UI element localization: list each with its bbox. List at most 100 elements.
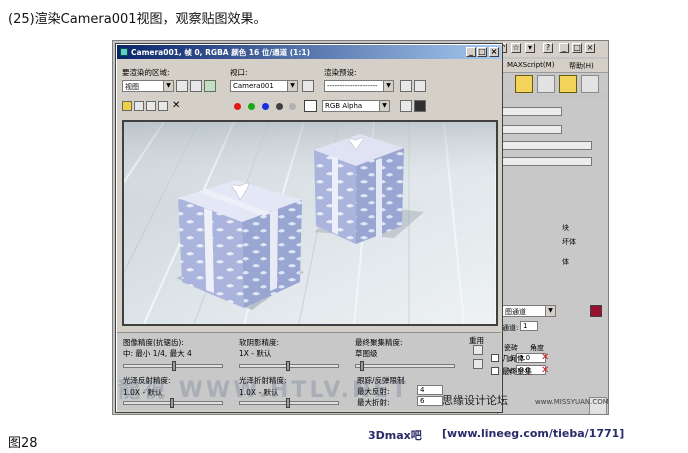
min-icon[interactable]: _ [559, 43, 569, 53]
image-precision-value: 中: 最小 1/4, 最大 4 [123, 349, 192, 358]
clone-frame-icon[interactable] [146, 101, 156, 111]
clear-geometry-icon[interactable]: ✕ [541, 353, 551, 363]
max-toolbar [497, 73, 608, 95]
help-icon[interactable]: ? [543, 43, 553, 53]
geometry-checkbox[interactable] [491, 354, 499, 362]
final-gather-slider[interactable] [355, 361, 455, 371]
preset-label: 渲染预设: [324, 68, 357, 77]
auto-region-icon[interactable] [190, 80, 202, 92]
copy-image-icon[interactable] [134, 101, 144, 111]
cmd-field-3[interactable] [502, 141, 592, 150]
viewport-dropdown[interactable]: Camera001 ▼ [230, 80, 298, 92]
environment-icon[interactable] [414, 80, 426, 92]
area-dropdown[interactable]: 视图 ▼ [122, 80, 174, 92]
final-gather-reuse-checkbox[interactable] [491, 367, 499, 375]
channel-display-icon[interactable] [400, 100, 412, 112]
app-icon [120, 48, 128, 56]
toolbar-material-icon[interactable] [537, 75, 555, 93]
cmd-field-4[interactable] [502, 157, 592, 166]
toolbar-quick-render-icon[interactable] [581, 75, 599, 93]
max-refraction-spinner[interactable]: 6 [417, 396, 443, 406]
reuse-geometry-lock-icon[interactable] [473, 345, 483, 355]
preset-dropdown-value: -------------------- [327, 82, 378, 90]
render-region-icon[interactable] [204, 80, 216, 92]
final-gather-thumb[interactable] [360, 361, 364, 371]
panel-fragment-1: 块 [562, 224, 569, 232]
rendered-scene [124, 122, 496, 324]
lock-icon[interactable] [302, 80, 314, 92]
panel-fragment-2: 坏体 [562, 238, 576, 246]
figure-label: 图28 [8, 436, 38, 451]
forum-watermark: 思缘设计论坛 [442, 394, 508, 407]
chevron-down-icon: ▼ [163, 81, 173, 91]
map-color-swatch[interactable] [590, 305, 602, 317]
preset-dropdown[interactable]: -------------------- ▼ [324, 80, 394, 92]
max-menu-bar: MAXScript(M) 帮助(H) [497, 59, 608, 73]
cmd-field-2[interactable] [502, 125, 562, 134]
blue-channel-icon[interactable] [262, 103, 269, 110]
image-precision-label: 图像精度(抗锯齿): [123, 338, 184, 347]
footer-brand: 3Dmax吧 [368, 429, 422, 442]
soft-shadow-label: 软阴影精度: [239, 338, 280, 347]
toolbar-dropdown-icon[interactable]: ▾ [525, 43, 535, 53]
channel-label: 通道: [502, 324, 519, 332]
final-gather-value: 草图级 [355, 349, 378, 358]
chevron-down-icon: ▼ [545, 306, 555, 316]
image-precision-thumb[interactable] [172, 361, 176, 371]
menu-help[interactable]: 帮助(H) [569, 61, 594, 71]
green-channel-icon[interactable] [248, 103, 255, 110]
image-precision-slider[interactable] [123, 361, 223, 371]
soft-shadow-value: 1X - 默认 [239, 349, 272, 358]
soft-shadow-slider[interactable] [239, 361, 339, 371]
cmd-field-1[interactable] [502, 107, 562, 116]
toolbar-star-icon[interactable]: ☆ [511, 43, 521, 53]
map-channel-dropdown[interactable]: 图通道 ▼ [502, 305, 556, 317]
chevron-down-icon: ▼ [379, 101, 389, 111]
map-channel-dropdown-value: 图通道 [505, 308, 526, 316]
print-icon[interactable] [158, 101, 168, 111]
final-gather-reuse-label: 最终聚集 [502, 367, 532, 376]
color-swatch[interactable] [304, 100, 317, 112]
chevron-down-icon: ▼ [383, 81, 393, 91]
caption: (25)渲染Camera001视图，观察贴图效果。 [8, 12, 267, 27]
render-viewport[interactable] [122, 120, 498, 326]
toolbar-render-frame-icon[interactable] [559, 75, 577, 93]
channel-dropdown-value: RGB Alpha [325, 102, 363, 110]
toolbar-render-setup-icon[interactable] [515, 75, 533, 93]
render-setup-icon[interactable] [400, 80, 412, 92]
panel-fragment-3: 体 [562, 258, 569, 266]
maximize-icon[interactable]: □ [477, 47, 487, 57]
mono-icon[interactable] [289, 103, 296, 110]
red-channel-icon[interactable] [234, 103, 241, 110]
faint-watermark: 龍視 WWW.HTLV.NET [118, 378, 410, 403]
toggle-ui-icon[interactable] [414, 100, 426, 112]
max-reflection-spinner[interactable]: 4 [417, 385, 443, 395]
clear-final-gather-icon[interactable]: ✕ [541, 366, 551, 376]
area-label: 要渲染的区域: [122, 68, 170, 77]
channel-dropdown[interactable]: RGB Alpha ▼ [322, 100, 390, 112]
geometry-label: 几何体 [502, 354, 525, 363]
channel-spinner[interactable]: 1 [520, 321, 538, 331]
final-gather-label: 最终聚集精度: [355, 338, 403, 347]
alpha-channel-icon[interactable] [276, 103, 283, 110]
clear-icon[interactable]: ✕ [172, 100, 180, 111]
edit-region-icon[interactable] [176, 80, 188, 92]
minimize-icon[interactable]: _ [466, 47, 476, 57]
reuse-fg-lock-icon[interactable] [473, 359, 483, 369]
chevron-down-icon: ▼ [287, 81, 297, 91]
max-icon[interactable]: □ [572, 43, 582, 53]
window-title-bar: Camera001, 帧 0, RGBA 颜色 16 位/通道 (1:1) _ … [117, 45, 501, 59]
max-title-strip: ↶ ☆ ▾ ? _ □ × [497, 41, 608, 57]
close-window-icon[interactable]: × [489, 47, 499, 57]
window-title: Camera001, 帧 0, RGBA 颜色 16 位/通道 (1:1) [131, 48, 310, 57]
soft-shadow-thumb[interactable] [286, 361, 290, 371]
rendered-frame-window: Camera001, 帧 0, RGBA 颜色 16 位/通道 (1:1) _ … [115, 43, 503, 413]
close-icon[interactable]: × [585, 43, 595, 53]
save-image-icon[interactable] [122, 101, 132, 111]
tile-label: 瓷砖 [504, 344, 518, 352]
footer-url: [www.lineeg.com/tieba/1771] [442, 427, 625, 440]
area-dropdown-value: 视图 [125, 83, 139, 91]
menu-maxscript[interactable]: MAXScript(M) [507, 61, 554, 69]
viewport-dropdown-value: Camera001 [233, 82, 274, 90]
viewport-label: 视口: [230, 68, 248, 77]
